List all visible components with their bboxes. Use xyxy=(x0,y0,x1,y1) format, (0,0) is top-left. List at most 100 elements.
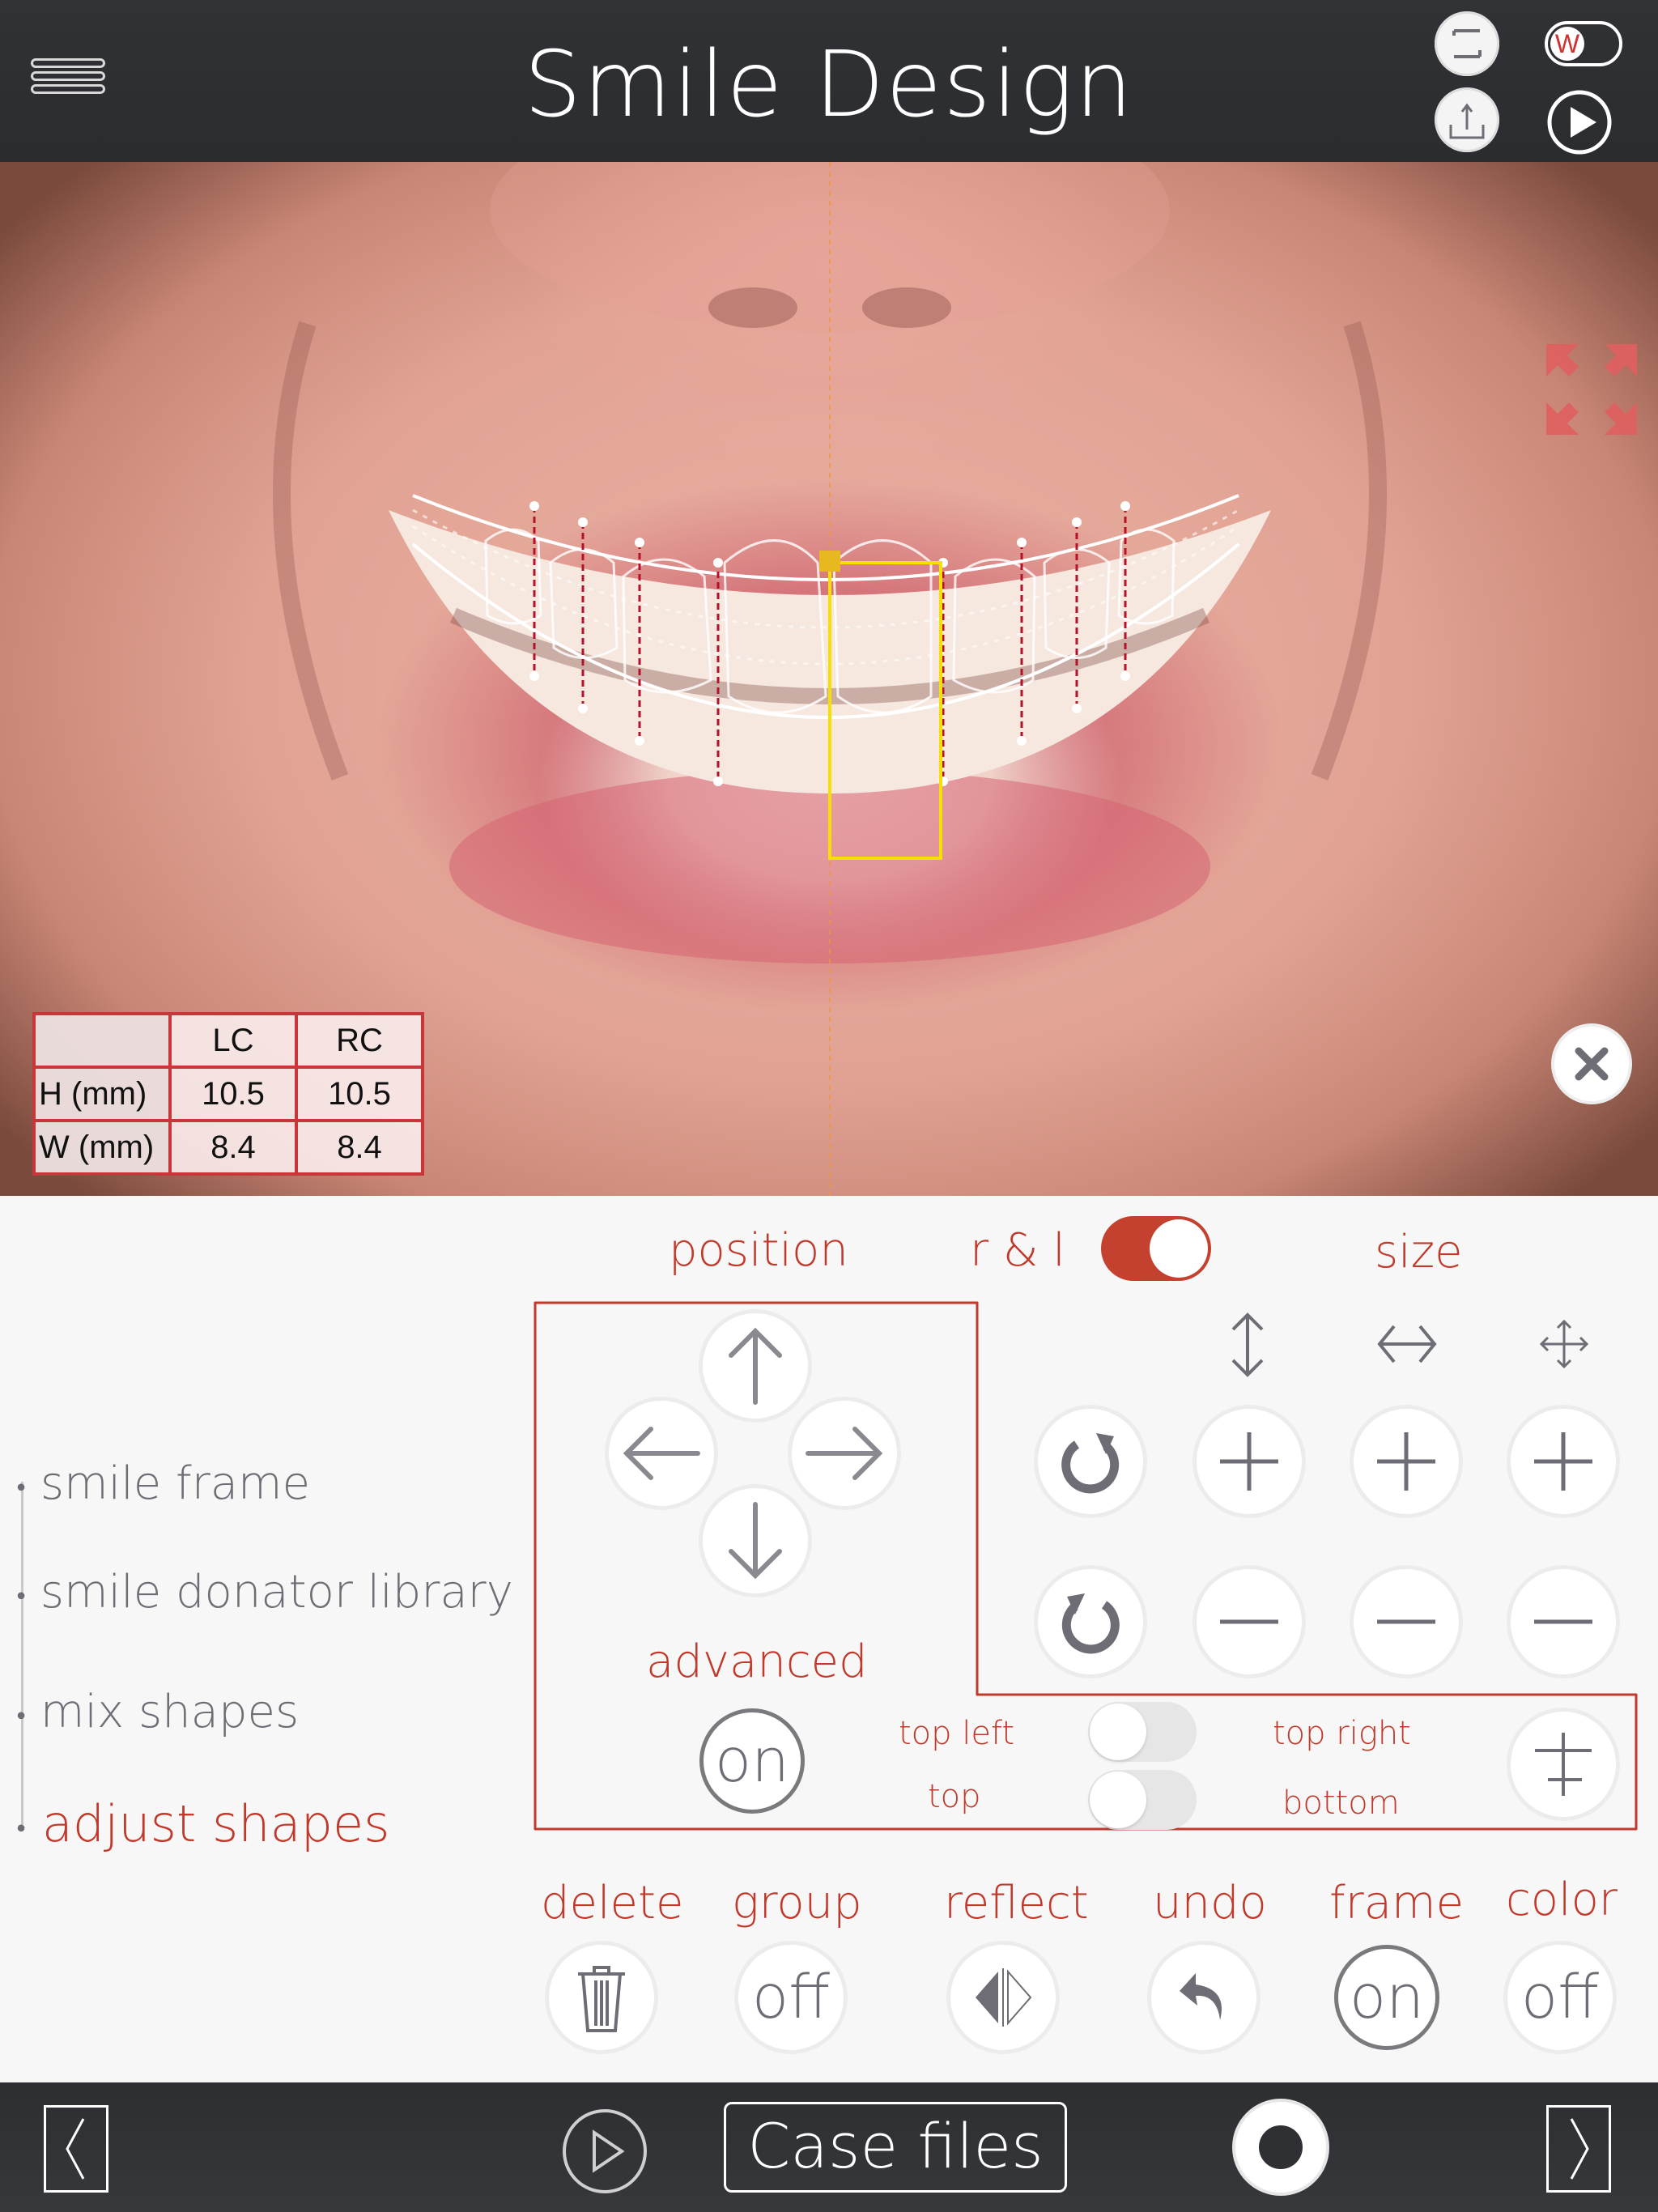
column-header-lc: LC xyxy=(168,1012,298,1069)
delete-button[interactable] xyxy=(549,1945,654,2050)
measurement-table: LC RC H (mm) 10.5 10.5 W (mm) 8.4 8.4 xyxy=(32,1012,424,1176)
move-left-button[interactable] xyxy=(609,1401,714,1506)
move-down-button[interactable] xyxy=(703,1488,808,1593)
crop-frame-icon xyxy=(1452,29,1482,58)
split-plus-icon xyxy=(1535,1733,1592,1796)
row-label-width: W (mm) xyxy=(34,1119,172,1176)
reflect-icon xyxy=(976,1968,1032,2027)
advanced-state: on xyxy=(714,1726,790,1796)
page-title: Smile Design xyxy=(524,32,1134,138)
top-bottom-toggle[interactable] xyxy=(1088,1770,1197,1830)
delete-label: delete xyxy=(541,1877,684,1929)
arrow-down-icon xyxy=(729,1502,782,1580)
plus-icon xyxy=(1534,1432,1592,1491)
cell-height-lc: 10.5 xyxy=(168,1066,298,1122)
color-label: color xyxy=(1506,1874,1618,1926)
arrow-right-icon xyxy=(806,1427,883,1480)
rotate-clockwise-button[interactable] xyxy=(1038,1409,1143,1514)
play-presentation-button[interactable] xyxy=(1546,89,1613,159)
w-toggle-icon: W xyxy=(1550,27,1584,61)
increase-height-button[interactable] xyxy=(1197,1409,1302,1514)
record-button[interactable] xyxy=(1235,2102,1326,2193)
rotate-clockwise-icon xyxy=(1061,1433,1120,1494)
play-case-button[interactable] xyxy=(560,2107,649,2199)
rotate-counterclockwise-icon xyxy=(1061,1593,1120,1654)
table-corner xyxy=(34,1012,172,1069)
trash-icon xyxy=(578,1966,625,2032)
step-smile-donator-library[interactable]: ● smile donator library xyxy=(16,1566,513,1619)
rotate-counterclockwise-button[interactable] xyxy=(1038,1569,1143,1674)
reflect-button[interactable] xyxy=(950,1945,1056,2050)
decrease-size-button[interactable] xyxy=(1511,1569,1616,1674)
size-label: size xyxy=(1375,1226,1463,1278)
plus-icon xyxy=(1377,1432,1435,1491)
watermark-toggle[interactable]: W xyxy=(1545,21,1622,66)
step-smile-frame[interactable]: ● smile frame xyxy=(16,1457,310,1510)
minus-icon xyxy=(1377,1619,1435,1624)
share-icon xyxy=(1449,103,1485,139)
plus-icon xyxy=(1220,1432,1278,1491)
resize-vertical-icon xyxy=(1231,1312,1264,1377)
table-row: H (mm) 10.5 10.5 xyxy=(34,1066,424,1122)
top-label: top xyxy=(928,1778,981,1815)
previous-button[interactable] xyxy=(44,2105,108,2193)
increase-width-button[interactable] xyxy=(1354,1409,1459,1514)
steps-line xyxy=(21,1482,23,1830)
chevron-left-icon xyxy=(66,2118,85,2180)
share-button[interactable] xyxy=(1435,87,1499,152)
undo-icon xyxy=(1180,1973,1222,2020)
cell-width-lc: 8.4 xyxy=(168,1119,298,1176)
resize-both-icon xyxy=(1539,1319,1589,1369)
header-bar: Smile Design W xyxy=(0,0,1658,162)
advanced-label: advanced xyxy=(646,1636,868,1688)
adjust-edge-button[interactable] xyxy=(1511,1712,1616,1817)
table-header-row: LC RC xyxy=(34,1012,424,1069)
frame-toggle-button[interactable]: on xyxy=(1334,1945,1439,2050)
next-button[interactable] xyxy=(1546,2105,1611,2193)
column-header-rc: RC xyxy=(295,1012,424,1069)
step-adjust-shapes[interactable]: ● adjust shapes xyxy=(16,1794,389,1853)
patient-smile-photo[interactable]: LC RC H (mm) 10.5 10.5 W (mm) 8.4 8.4 xyxy=(0,162,1658,1196)
decrease-width-button[interactable] xyxy=(1354,1569,1459,1674)
group-state: off xyxy=(751,1963,831,2032)
color-toggle-button[interactable]: off xyxy=(1507,1945,1613,2050)
selection-handle xyxy=(819,551,840,572)
decrease-height-button[interactable] xyxy=(1197,1569,1302,1674)
position-label: position xyxy=(669,1224,848,1277)
move-right-button[interactable] xyxy=(792,1401,897,1506)
arrow-up-icon xyxy=(729,1327,782,1405)
r-and-l-toggle[interactable] xyxy=(1101,1216,1211,1281)
expand-arrows-icon[interactable] xyxy=(1546,344,1637,435)
r-and-l-label: r & l xyxy=(970,1224,1065,1277)
frame-label: frame xyxy=(1329,1877,1465,1929)
bottom-toolbar: Case files xyxy=(0,2082,1658,2212)
controls-border xyxy=(534,1301,1638,1831)
chevron-right-icon xyxy=(1570,2118,1589,2180)
row-label-height: H (mm) xyxy=(34,1066,172,1122)
minus-icon xyxy=(1534,1619,1592,1624)
group-toggle-button[interactable]: off xyxy=(738,1945,844,2050)
close-icon xyxy=(1575,1047,1609,1081)
top-left-label: top left xyxy=(899,1715,1015,1752)
step-mix-shapes[interactable]: ● mix shapes xyxy=(16,1686,299,1738)
frame-state: on xyxy=(1349,1963,1425,2032)
minus-icon xyxy=(1220,1619,1278,1624)
undo-label: undo xyxy=(1153,1877,1267,1929)
arrow-left-icon xyxy=(623,1427,700,1480)
reflect-label: reflect xyxy=(944,1877,1089,1929)
case-files-button[interactable]: Case files xyxy=(724,2102,1067,2193)
advanced-toggle-button[interactable]: on xyxy=(699,1708,805,1814)
increase-size-button[interactable] xyxy=(1511,1409,1616,1514)
play-outline-icon xyxy=(563,2109,647,2193)
undo-button[interactable] xyxy=(1151,1945,1256,2050)
record-icon xyxy=(1259,2125,1303,2169)
top-right-label: top right xyxy=(1273,1715,1411,1752)
top-left-right-toggle[interactable] xyxy=(1088,1702,1197,1762)
resize-horizontal-icon xyxy=(1377,1325,1437,1363)
play-icon xyxy=(1547,90,1612,155)
crop-frame-button[interactable] xyxy=(1435,11,1499,76)
cell-width-rc: 8.4 xyxy=(295,1119,424,1176)
close-button[interactable] xyxy=(1554,1027,1629,1101)
move-up-button[interactable] xyxy=(703,1313,808,1419)
table-row: W (mm) 8.4 8.4 xyxy=(34,1119,424,1176)
